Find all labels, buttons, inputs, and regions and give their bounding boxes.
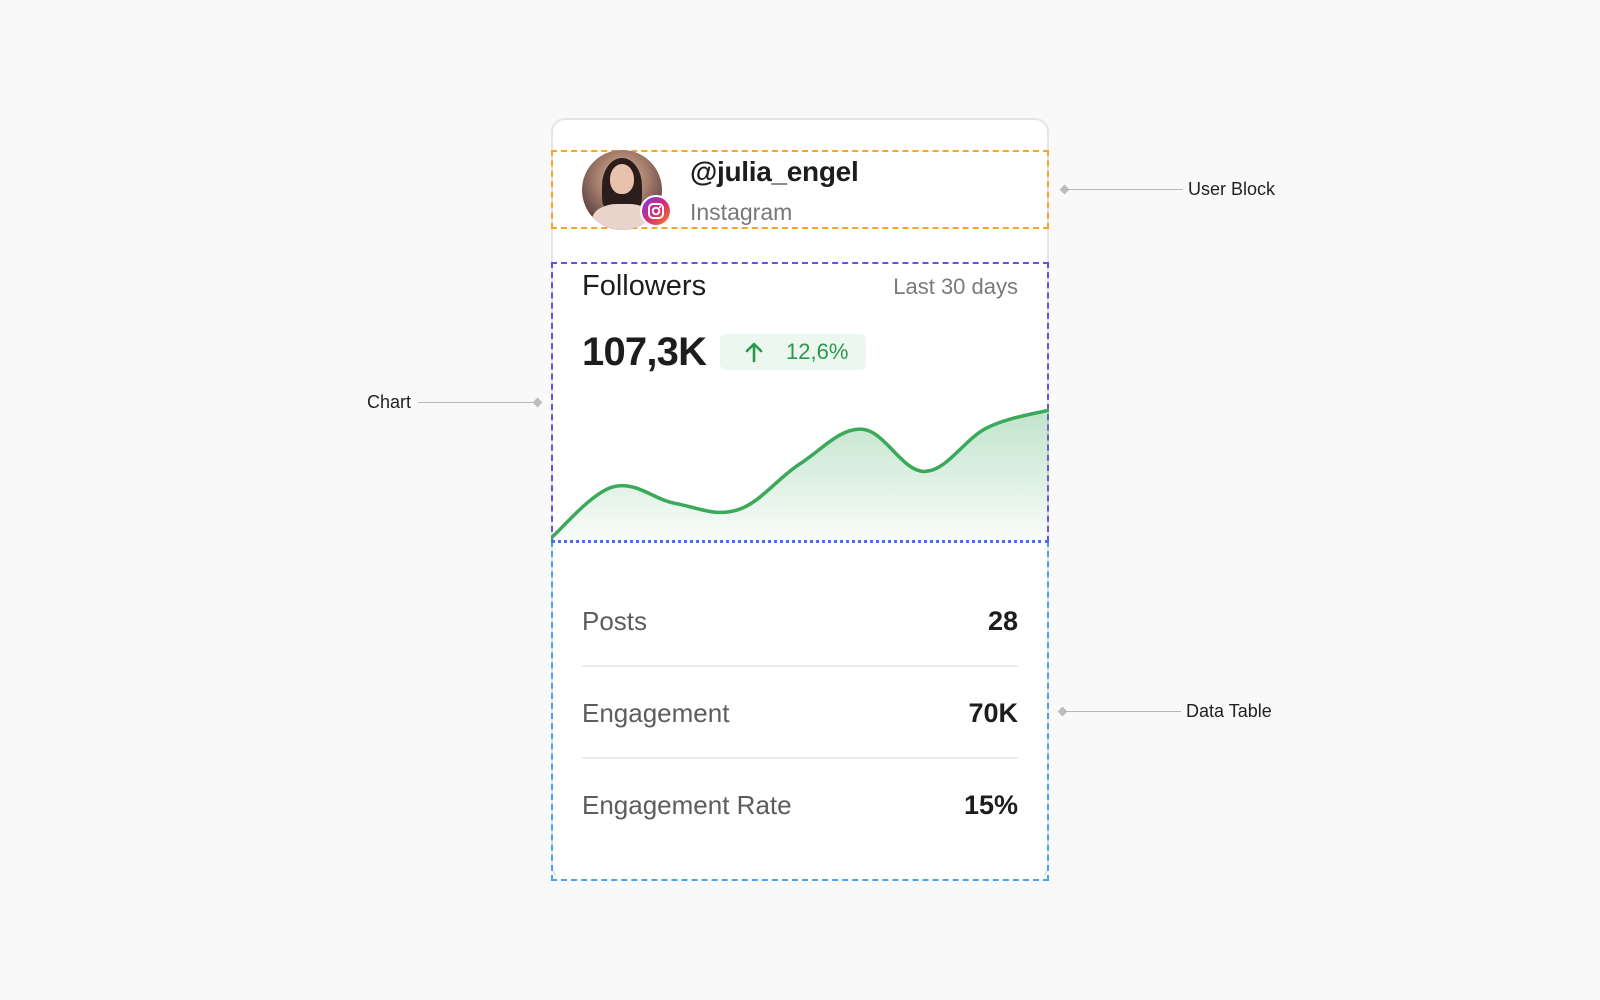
table-row-label: Engagement — [582, 698, 730, 728]
table-row-label: Engagement Rate — [582, 790, 792, 820]
callout-marker — [532, 397, 543, 408]
instagram-icon — [640, 195, 672, 227]
row-divider — [582, 665, 1018, 667]
platform-label: Instagram — [690, 199, 793, 225]
username[interactable]: @julia_engel — [690, 156, 859, 188]
followers-count: 107,3K — [582, 330, 707, 374]
table-row-value: 28 — [987, 606, 1018, 636]
callout-chart: Chart — [367, 392, 412, 412]
followers-title: Followers — [582, 270, 707, 302]
table-row-value: 15% — [963, 790, 1018, 820]
period-label[interactable]: Last 30 days — [851, 274, 1018, 300]
chart-area — [551, 410, 1049, 542]
callout-data-table: Data Table — [1186, 701, 1272, 721]
callout-line — [1066, 189, 1183, 190]
chart-baseline — [551, 540, 1049, 543]
arrow-up-icon — [745, 342, 763, 363]
delta-value: 12,6% — [786, 339, 849, 364]
callout-line — [1064, 711, 1181, 712]
row-divider — [582, 757, 1018, 759]
followers-chart — [551, 408, 1049, 542]
callout-user-block: User Block — [1188, 179, 1276, 199]
table-row-value: 70K — [968, 698, 1018, 728]
delta-badge: 12,6% — [720, 334, 866, 370]
callout-line — [418, 402, 536, 403]
page: @julia_engel Instagram Followers Last 30… — [0, 0, 1600, 1000]
table-row-label: Posts — [582, 606, 648, 636]
